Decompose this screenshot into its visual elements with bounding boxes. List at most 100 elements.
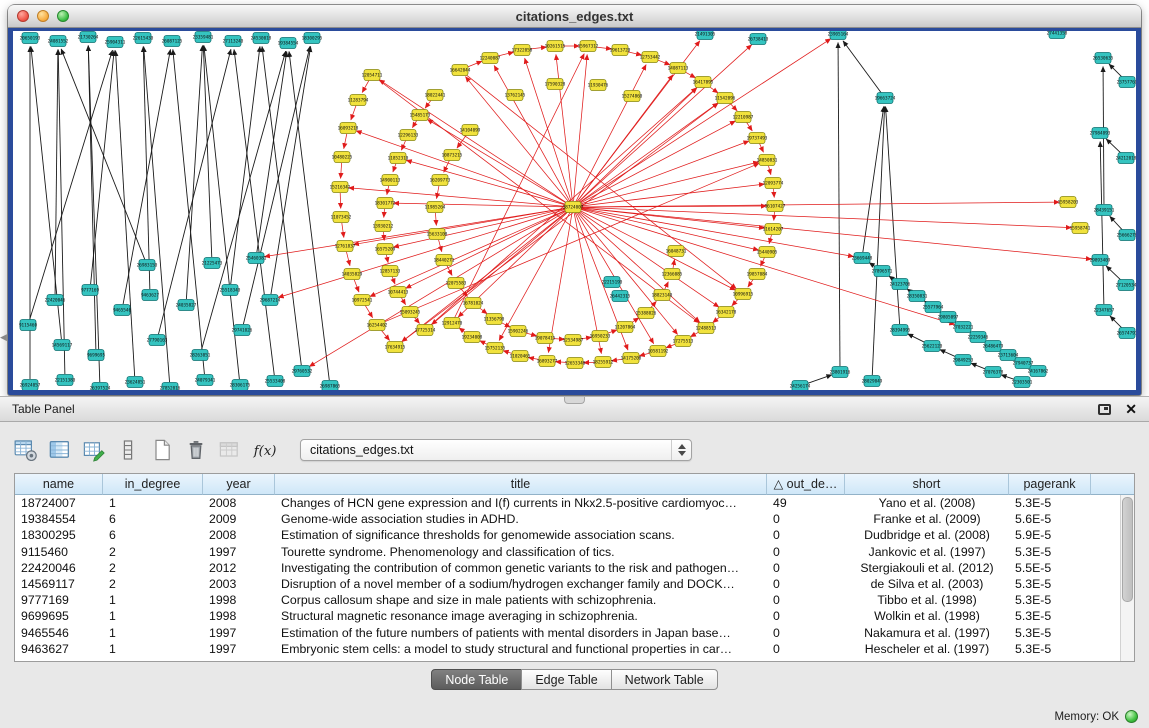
edit-table-icon[interactable]	[80, 436, 111, 465]
table-row[interactable]: 911546021997Tourette syndrome. Phenomeno…	[15, 544, 1121, 560]
close-window-button[interactable]	[17, 10, 29, 22]
cell-name: 9463627	[15, 642, 103, 656]
graph-node-label: 12240087	[480, 56, 501, 62]
graph-node-label: 26530635	[1093, 56, 1114, 62]
new-file-icon[interactable]	[148, 436, 179, 465]
graph-node-label: 17725314	[415, 328, 436, 334]
graph-node-label: 15274860	[622, 94, 643, 100]
tab-network-table[interactable]: Network Table	[611, 669, 718, 690]
column-header-year[interactable]: year	[203, 474, 275, 495]
network-canvas[interactable]: 1872400712054711112837941609321810480225…	[13, 31, 1136, 390]
graph-edge	[354, 280, 359, 292]
scrollbar-thumb[interactable]	[1122, 497, 1133, 602]
graph-edge	[578, 103, 718, 204]
tab-node-table[interactable]: Node Table	[431, 669, 522, 690]
function-icon[interactable]: f(x)	[250, 436, 281, 465]
cell-in_degree: 2	[103, 577, 203, 591]
graph-node-label: 23359481	[193, 35, 214, 41]
graph-edge	[88, 45, 96, 349]
column-header-name[interactable]: name	[15, 474, 103, 495]
table-row[interactable]: 969969511998Structural magnetic resonanc…	[15, 608, 1121, 624]
cell-in_degree: 6	[103, 528, 203, 542]
cell-name: 18724007	[15, 496, 103, 510]
graph-node-label: 15485173	[410, 113, 431, 119]
network-window-titlebar[interactable]: citations_edges.txt	[8, 5, 1141, 28]
table-vertical-scrollbar[interactable]	[1120, 495, 1134, 661]
show-columns-icon[interactable]	[46, 436, 77, 465]
graph-node-label: 9463627	[141, 293, 160, 299]
apply-table-icon[interactable]	[216, 436, 247, 465]
graph-node-label: 29741026	[232, 328, 253, 334]
graph-edge	[425, 100, 431, 108]
graph-node-label: 16048731	[666, 249, 687, 255]
graph-edge	[673, 259, 675, 268]
column-header-short[interactable]: short	[845, 474, 1009, 495]
column-header-pagerank[interactable]: pagerank	[1009, 474, 1091, 495]
column-header-title[interactable]: title	[275, 474, 767, 495]
table-row[interactable]: 946554611997Estimation of the future num…	[15, 625, 1121, 641]
float-panel-icon[interactable]	[1098, 404, 1111, 415]
graph-edge	[381, 330, 390, 341]
panel-title: Table Panel	[12, 402, 75, 416]
graph-node-label: 12054711	[362, 73, 383, 79]
cell-name: 9777169	[15, 593, 103, 607]
graph-node-label: 10744413	[388, 290, 409, 296]
table-select-dropdown[interactable]: citations_edges.txt	[300, 439, 692, 461]
graph-edge	[574, 54, 588, 201]
table-row[interactable]: 1456911722003Disruption of a novel membe…	[15, 576, 1121, 592]
cell-year: 2009	[203, 512, 275, 526]
cell-year: 2008	[203, 496, 275, 510]
graph-node-label: 11985264	[425, 205, 446, 211]
graph-node-label: 15967312	[578, 44, 599, 50]
delete-icon[interactable]	[182, 436, 213, 465]
cell-title: Disruption of a novel member of a sodium…	[275, 577, 767, 591]
graph-edge	[748, 279, 754, 287]
graph-node-label: 12366085	[662, 272, 683, 278]
cell-short: Stergiakouli et al. (2012)	[845, 561, 1009, 575]
graph-edge	[340, 193, 341, 209]
graph-node-label: 22303501	[1012, 380, 1033, 386]
graph-node-label: 26486479	[983, 344, 1004, 350]
graph-edge	[435, 213, 436, 226]
graph-node-label: 9777169	[81, 288, 100, 294]
table-row[interactable]: 946362711997Embryonic stem cells: a mode…	[15, 641, 1121, 657]
cell-out_degree: 0	[767, 528, 845, 542]
graph-edge	[579, 208, 854, 256]
column-header-out_degree[interactable]: △ out_de…	[767, 474, 845, 495]
table-header-row: namein_degreeyeartitle△ out_de…shortpage…	[15, 474, 1134, 495]
cell-title: Tourette syndrome. Phenomenology and cla…	[275, 545, 767, 559]
cell-out_degree: 0	[767, 545, 845, 559]
cell-pagerank: 5.3E-5	[1009, 626, 1091, 640]
graph-node-label: 12912470	[442, 321, 463, 327]
table-row[interactable]: 2242004622012Investigating the contribut…	[15, 560, 1121, 576]
cell-pagerank: 5.3E-5	[1009, 545, 1091, 559]
cell-pagerank: 5.3E-5	[1009, 609, 1091, 623]
graph-node-label: 24035827	[176, 303, 197, 309]
minimize-window-button[interactable]	[37, 10, 49, 22]
cell-short: Nakamura et al. (1997)	[845, 626, 1009, 640]
graph-edge	[439, 240, 442, 252]
table-settings-icon[interactable]	[12, 436, 43, 465]
collapse-west-panel-icon[interactable]: ◀	[0, 333, 7, 342]
graph-node-label: 25460381	[246, 256, 267, 262]
graph-node-label: 24256174	[790, 384, 811, 390]
graph-node-label: 16209773	[430, 178, 451, 184]
graph-node-label: 19737493	[747, 136, 768, 142]
zoom-window-button[interactable]	[57, 10, 69, 22]
column-header-in_degree[interactable]: in_degree	[103, 474, 203, 495]
table-row[interactable]: 1938455462009Genome-wide association stu…	[15, 511, 1121, 527]
table-row[interactable]: 977716911998Corpus callosum shape and si…	[15, 592, 1121, 608]
table-row[interactable]: 1830029562008Estimation of significance …	[15, 527, 1121, 543]
graph-node-label: 28263051	[190, 353, 211, 359]
panel-divider-handle[interactable]	[564, 397, 585, 404]
close-panel-icon[interactable]: ✕	[1125, 402, 1137, 416]
tab-edge-table[interactable]: Edge Table	[521, 669, 611, 690]
cell-title: Estimation of significance thresholds fo…	[275, 528, 767, 542]
graph-node-label: 16950233	[590, 334, 611, 340]
graph-edge	[278, 209, 567, 298]
column-icon[interactable]	[114, 436, 145, 465]
graph-node-label: 18301772	[375, 201, 396, 207]
table-row[interactable]: 1872400712008Changes of HCN gene express…	[15, 495, 1121, 511]
cell-name: 9115460	[15, 545, 103, 559]
graph-edge	[243, 46, 310, 324]
